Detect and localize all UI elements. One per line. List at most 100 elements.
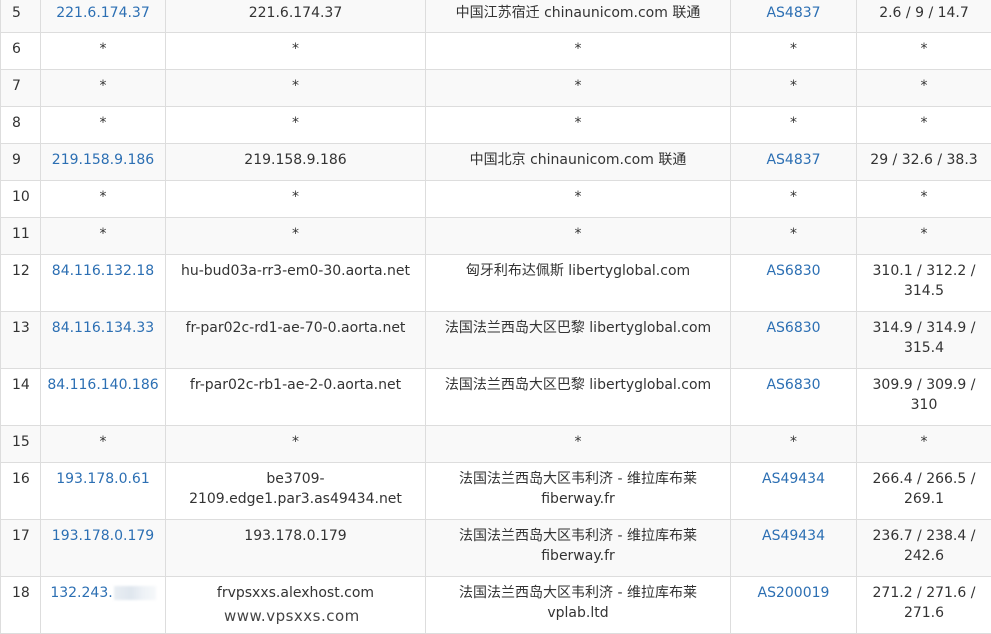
- table-row: 5 221.6.174.37 221.6.174.37 中国江苏宿迁 china…: [1, 0, 991, 33]
- table-row: 13 84.116.134.33 fr-par02c-rd1-ae-70-0.a…: [1, 312, 991, 369]
- hostname: hu-bud03a-rr3-em0-30.aorta.net: [166, 255, 426, 312]
- hostname: be3709-2109.edge1.par3.as49434.net: [166, 463, 426, 520]
- traceroute-table: 5 221.6.174.37 221.6.174.37 中国江苏宿迁 china…: [0, 0, 991, 634]
- latency: *: [857, 218, 991, 255]
- location-line-2: vplab.ltd: [547, 605, 608, 621]
- table-row: 18 132.243. frvpsxxs.alexhost.com 法国法兰西岛…: [1, 577, 991, 634]
- ip-link[interactable]: 84.116.134.33: [41, 312, 166, 369]
- asn-link[interactable]: AS6830: [731, 312, 857, 369]
- latency: 310.1 / 312.2 / 314.5: [857, 255, 991, 312]
- latency-line-2: 269.1: [904, 491, 944, 507]
- location: 中国江苏宿迁 chinaunicom.com 联通: [426, 0, 731, 33]
- ip-cell: *: [41, 33, 166, 70]
- latency-line-1: 314.9 / 314.9 /: [873, 320, 976, 336]
- latency-line-2: 315.4: [904, 340, 944, 356]
- latency-line-1: 271.2 / 271.6 /: [873, 585, 976, 601]
- latency: *: [857, 33, 991, 70]
- hop-number: 15: [1, 426, 41, 463]
- hostname: fr-par02c-rd1-ae-70-0.aorta.net: [166, 312, 426, 369]
- table-row: 16 193.178.0.61 be3709-2109.edge1.par3.a…: [1, 463, 991, 520]
- table-row: 15 * * * * *: [1, 426, 991, 463]
- ip-link[interactable]: 193.178.0.61: [41, 463, 166, 520]
- hop-number: 13: [1, 312, 41, 369]
- latency: 266.4 / 266.5 / 269.1: [857, 463, 991, 520]
- table-row: 9 219.158.9.186 219.158.9.186 中国北京 china…: [1, 144, 991, 181]
- ip-link[interactable]: 193.178.0.179: [41, 520, 166, 577]
- hop-number: 7: [1, 70, 41, 107]
- table-row: 11 * * * * *: [1, 218, 991, 255]
- ip-cell: *: [41, 218, 166, 255]
- hostname-line-1: be3709-: [266, 471, 324, 487]
- asn-link[interactable]: AS49434: [731, 520, 857, 577]
- location-line-1: 法国法兰西岛大区韦利济 - 维拉库布莱: [459, 528, 697, 544]
- latency-line-1: 266.4 / 266.5 /: [873, 471, 976, 487]
- ip-cell: *: [41, 426, 166, 463]
- location-line-2: fiberway.fr: [541, 548, 615, 564]
- latency-line-2: 314.5: [904, 283, 944, 299]
- latency: 271.2 / 271.6 / 271.6: [857, 577, 991, 634]
- asn-link[interactable]: AS6830: [731, 369, 857, 426]
- location: 中国北京 chinaunicom.com 联通: [426, 144, 731, 181]
- latency: *: [857, 181, 991, 218]
- hostname: *: [166, 218, 426, 255]
- table-row: 6 * * * * *: [1, 33, 991, 70]
- location: 法国法兰西岛大区韦利济 - 维拉库布莱 fiberway.fr: [426, 520, 731, 577]
- location: *: [426, 107, 731, 144]
- table-row: 7 * * * * *: [1, 70, 991, 107]
- hostname: *: [166, 181, 426, 218]
- asn-link[interactable]: AS49434: [731, 463, 857, 520]
- hostname: *: [166, 426, 426, 463]
- ip-link[interactable]: 84.116.132.18: [41, 255, 166, 312]
- latency-line-2: 271.6: [904, 605, 944, 621]
- hop-number: 17: [1, 520, 41, 577]
- asn-link[interactable]: AS200019: [731, 577, 857, 634]
- asn-cell: *: [731, 107, 857, 144]
- hostname: *: [166, 33, 426, 70]
- location: *: [426, 33, 731, 70]
- asn-cell: *: [731, 181, 857, 218]
- ip-link[interactable]: 219.158.9.186: [41, 144, 166, 181]
- latency-line-2: 310: [911, 397, 938, 413]
- table-row: 10 * * * * *: [1, 181, 991, 218]
- ip-text: 132.243.: [50, 585, 112, 601]
- hostname: 221.6.174.37: [166, 0, 426, 33]
- location: *: [426, 70, 731, 107]
- latency-line-1: 310.1 / 312.2 /: [873, 263, 976, 279]
- latency: *: [857, 426, 991, 463]
- asn-cell: *: [731, 70, 857, 107]
- location: 法国法兰西岛大区巴黎 libertyglobal.com: [426, 369, 731, 426]
- hop-number: 9: [1, 144, 41, 181]
- hostname: 193.178.0.179: [166, 520, 426, 577]
- hostname: *: [166, 70, 426, 107]
- hop-number: 8: [1, 107, 41, 144]
- table-row: 8 * * * * *: [1, 107, 991, 144]
- ip-link[interactable]: 84.116.140.186: [41, 369, 166, 426]
- location-line-1: 法国法兰西岛大区韦利济 - 维拉库布莱: [459, 471, 697, 487]
- asn-cell: *: [731, 33, 857, 70]
- hop-number: 6: [1, 33, 41, 70]
- ip-link[interactable]: 132.243.: [41, 577, 166, 634]
- asn-cell: *: [731, 218, 857, 255]
- latency: 309.9 / 309.9 /310: [857, 369, 991, 426]
- location: 法国法兰西岛大区巴黎 libertyglobal.com: [426, 312, 731, 369]
- asn-link[interactable]: AS4837: [731, 144, 857, 181]
- latency: 29 / 32.6 / 38.3: [857, 144, 991, 181]
- watermark: www.vpsxxs.com: [224, 607, 360, 625]
- asn-link[interactable]: AS6830: [731, 255, 857, 312]
- table-row: 14 84.116.140.186 fr-par02c-rb1-ae-2-0.a…: [1, 369, 991, 426]
- asn-link[interactable]: AS4837: [731, 0, 857, 33]
- hostname: fr-par02c-rb1-ae-2-0.aorta.net: [166, 369, 426, 426]
- hostname: 219.158.9.186: [166, 144, 426, 181]
- location: *: [426, 426, 731, 463]
- location: *: [426, 181, 731, 218]
- hop-number: 18: [1, 577, 41, 634]
- hop-number: 14: [1, 369, 41, 426]
- latency: 2.6 / 9 / 14.7: [857, 0, 991, 33]
- ip-link[interactable]: 221.6.174.37: [41, 0, 166, 33]
- location: 法国法兰西岛大区韦利济 - 维拉库布莱 fiberway.fr: [426, 463, 731, 520]
- location-line-2: fiberway.fr: [541, 491, 615, 507]
- hop-number: 5: [1, 0, 41, 33]
- table-row: 17 193.178.0.179 193.178.0.179 法国法兰西岛大区韦…: [1, 520, 991, 577]
- latency: 236.7 / 238.4 /242.6: [857, 520, 991, 577]
- ip-cell: *: [41, 181, 166, 218]
